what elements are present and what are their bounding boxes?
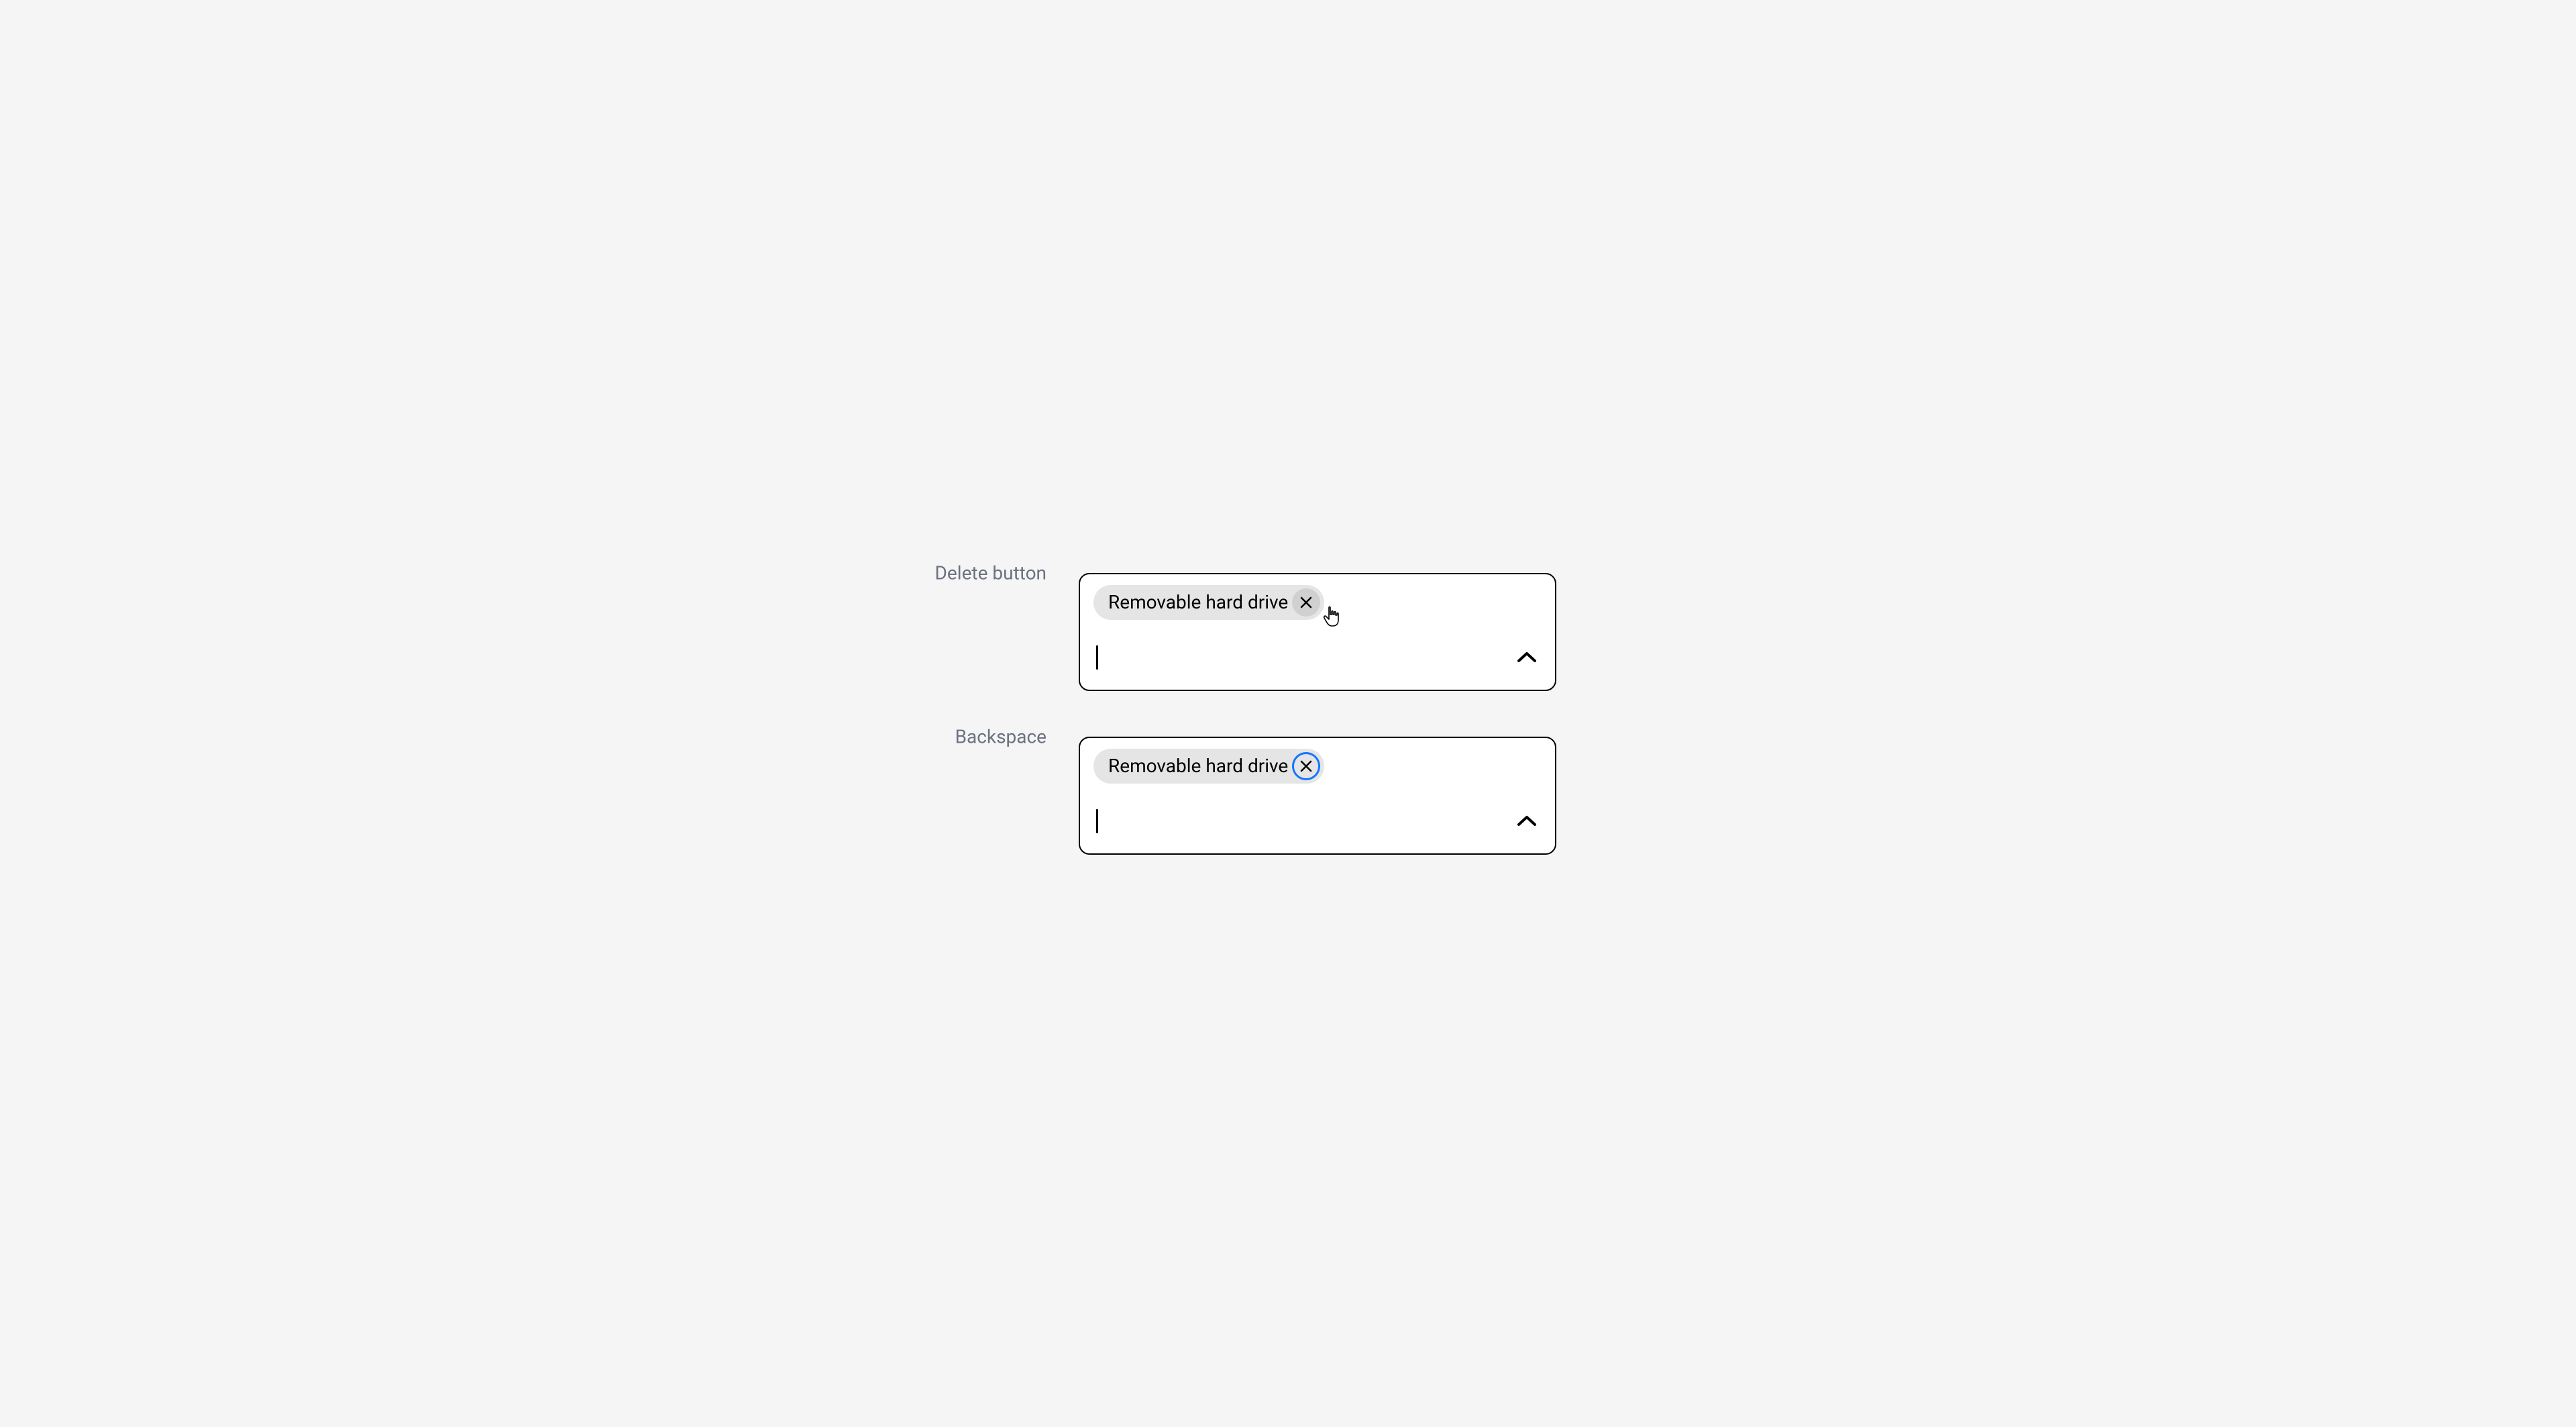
combobox[interactable]: Removable hard drive — [1079, 737, 1556, 855]
close-icon — [1300, 596, 1312, 609]
chip-delete-button[interactable] — [1292, 588, 1320, 617]
stage: Delete button Removable hard drive — [773, 441, 1803, 986]
chip-delete-button[interactable] — [1292, 752, 1320, 780]
text-caret — [1096, 645, 1098, 670]
chip: Removable hard drive — [1093, 585, 1324, 620]
pointer-cursor-icon — [1322, 605, 1342, 628]
chip: Removable hard drive — [1093, 749, 1324, 784]
chip-label: Removable hard drive — [1108, 593, 1288, 612]
chevron-up-icon — [1516, 651, 1538, 667]
combobox[interactable]: Removable hard drive — [1079, 573, 1556, 691]
chevron-up-icon — [1516, 814, 1538, 831]
close-icon — [1300, 760, 1312, 772]
collapse-button[interactable] — [1516, 816, 1538, 829]
example-label: Delete button — [773, 562, 1068, 584]
collapse-button[interactable] — [1516, 652, 1538, 666]
text-caret — [1096, 809, 1098, 833]
example-label: Backspace — [773, 725, 1068, 747]
chip-label: Removable hard drive — [1108, 757, 1288, 776]
